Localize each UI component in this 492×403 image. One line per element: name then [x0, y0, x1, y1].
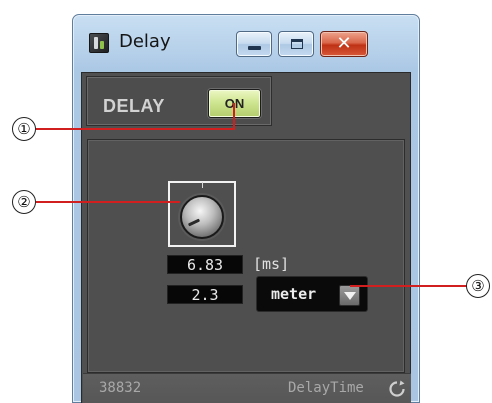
close-button[interactable]: ✕ [320, 31, 368, 57]
chevron-down-icon [344, 292, 356, 300]
delay-distance-value-field[interactable]: 2.3 [167, 285, 243, 304]
callout-2-line [36, 201, 180, 203]
window-title: Delay [119, 31, 171, 52]
delay-time-value-field[interactable]: 6.83 [167, 255, 243, 274]
delay-window: Delay ✕ DELAY ON 6.83 [72, 14, 420, 403]
knob-tick-mark [202, 182, 203, 188]
callout-2-marker: ② [12, 190, 36, 214]
callout-1-line [36, 128, 235, 130]
distance-unit-select[interactable]: meter [256, 276, 368, 312]
close-icon: ✕ [336, 33, 352, 54]
title-bar[interactable]: Delay ✕ [73, 15, 419, 73]
delay-time-unit-label: [ms] [253, 255, 290, 273]
maximize-button[interactable] [278, 31, 314, 57]
status-bar: 38832 DelayTime [83, 373, 411, 403]
callout-3-line [350, 285, 467, 287]
delay-component-icon [89, 33, 109, 53]
parameter-name: DelayTime [288, 380, 364, 396]
delay-section-header: DELAY ON [86, 76, 272, 126]
dropdown-button[interactable] [339, 285, 360, 306]
delay-parameter-panel [87, 139, 405, 373]
callout-3-marker: ③ [466, 274, 490, 298]
callout-1-marker: ① [12, 117, 36, 141]
component-id: 38832 [99, 380, 142, 396]
minimize-button[interactable] [236, 31, 272, 57]
distance-unit-label: meter [271, 285, 317, 303]
callout-1-stem [233, 103, 235, 129]
knob-pointer [187, 218, 201, 227]
knob-icon[interactable] [180, 195, 224, 239]
editor-panel: DELAY ON 6.83 [ms] 2.3 meter [81, 72, 411, 403]
refresh-icon[interactable] [388, 380, 406, 398]
section-label: DELAY [103, 96, 165, 116]
minimize-icon [248, 46, 261, 50]
delay-time-knob-frame[interactable] [168, 181, 236, 247]
maximize-icon [291, 39, 303, 49]
figure-stage: Delay ✕ DELAY ON 6.83 [0, 0, 492, 403]
